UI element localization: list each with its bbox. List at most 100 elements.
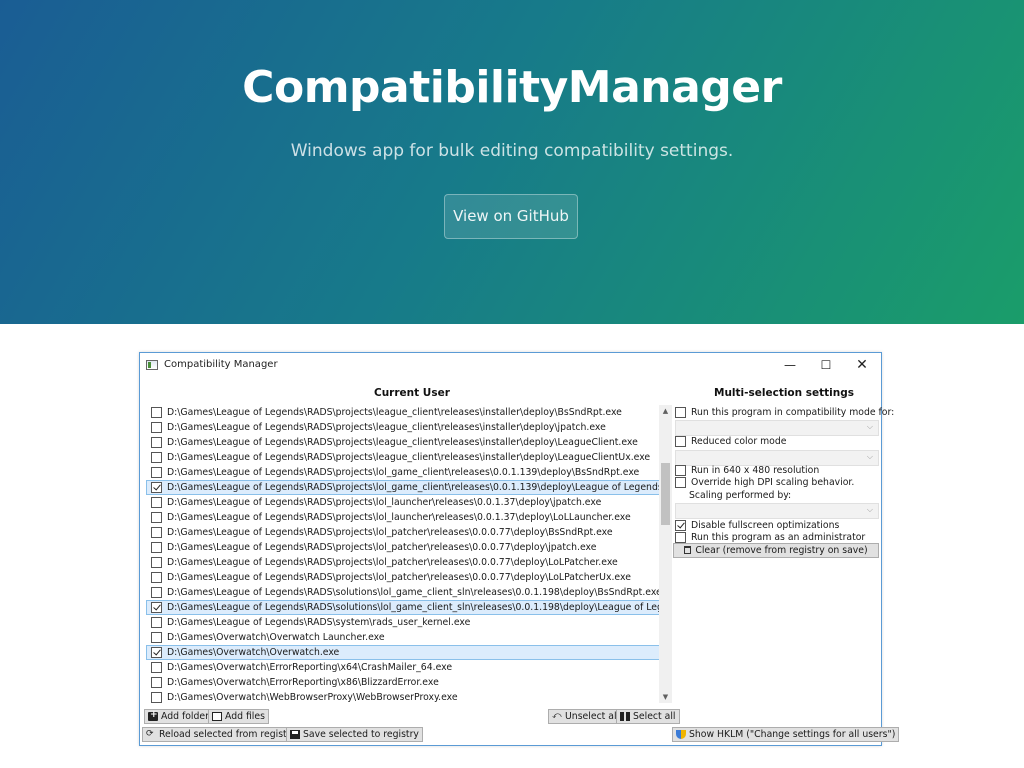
file-checkbox[interactable] [151,602,162,613]
trash-icon [684,546,692,554]
file-path: D:\Games\League of Legends\RADS\projects… [167,422,606,433]
file-path: D:\Games\League of Legends\RADS\system\r… [167,617,471,628]
scroll-down-arrow-icon[interactable]: ▼ [659,691,672,703]
save-icon [290,730,300,739]
compat-mode-dropdown[interactable]: ⌵ [675,420,879,436]
file-path: D:\Games\Overwatch\WebBrowserProxy\WebBr… [167,692,458,703]
view-on-github-button[interactable]: View on GitHub [444,194,578,239]
hero-subtitle: Windows app for bulk editing compatibili… [290,141,734,161]
clear-button-label: Clear (remove from registry on save) [695,545,868,556]
chevron-down-icon: ⌵ [866,505,873,514]
file-row[interactable]: D:\Games\Overwatch\Overwatch.exe [146,645,660,660]
color-mode-dropdown[interactable]: ⌵ [675,450,879,466]
file-checkbox[interactable] [151,647,162,658]
file-checkbox[interactable] [151,617,162,628]
file-row[interactable]: D:\Games\League of Legends\RADS\projects… [146,450,660,465]
file-checkbox[interactable] [151,407,162,418]
file-checkbox[interactable] [151,692,162,703]
file-path: D:\Games\Overwatch\Overwatch Launcher.ex… [167,632,385,643]
reduced-color-checkbox[interactable] [675,436,686,447]
fullscreen-opt-label: Disable fullscreen optimizations [691,520,840,531]
file-row[interactable]: D:\Games\League of Legends\RADS\projects… [146,480,672,495]
file-checkbox[interactable] [151,422,162,433]
close-button[interactable]: ✕ [843,353,881,377]
file-row[interactable]: D:\Games\League of Legends\RADS\projects… [146,495,660,510]
file-row[interactable]: D:\Games\League of Legends\RADS\projects… [146,525,660,540]
file-list[interactable]: D:\Games\League of Legends\RADS\projects… [144,403,672,707]
file-checkbox[interactable] [151,527,162,538]
file-checkbox[interactable] [151,452,162,463]
file-checkbox[interactable] [151,497,162,508]
multi-selection-settings-panel: Run this program in compatibility mode f… [673,403,894,723]
show-hklm-button[interactable]: Show HKLM ("Change settings for all user… [672,727,900,742]
file-row[interactable]: D:\Games\League of Legends\RADS\projects… [146,510,660,525]
file-plus-icon [212,712,222,721]
file-path: D:\Games\Overwatch\ErrorReporting\x64\Cr… [167,662,453,673]
file-path: D:\Games\League of Legends\RADS\projects… [167,467,640,478]
unselect-all-button[interactable]: ⤺ Unselect all [548,709,624,724]
file-row[interactable]: D:\Games\League of Legends\RADS\projects… [146,405,660,420]
file-row[interactable]: D:\Games\League of Legends\RADS\system\r… [146,615,660,630]
hero-title: CompatibilityManager [242,62,782,113]
file-path: D:\Games\League of Legends\RADS\solution… [167,602,672,613]
file-row[interactable]: D:\Games\League of Legends\RADS\projects… [146,420,660,435]
file-row[interactable]: D:\Games\League of Legends\RADS\projects… [146,540,660,555]
file-path: D:\Games\League of Legends\RADS\projects… [167,497,602,508]
scroll-up-arrow-icon[interactable]: ▲ [659,405,672,417]
file-path: D:\Games\League of Legends\RADS\projects… [167,572,631,583]
file-row[interactable]: D:\Games\League of Legends\RADS\projects… [146,435,660,450]
window-title: Compatibility Manager [164,359,278,370]
file-checkbox[interactable] [151,467,162,478]
file-checkbox[interactable] [151,572,162,583]
select-all-button[interactable]: Select all [616,709,680,724]
file-checkbox[interactable] [151,512,162,523]
scroll-thumb[interactable] [661,463,670,525]
file-checkbox[interactable] [151,557,162,568]
chevron-down-icon: ⌵ [866,452,873,461]
file-list-scrollbar[interactable]: ▲ ▼ [659,405,672,703]
file-row[interactable]: D:\Games\League of Legends\RADS\projects… [146,555,660,570]
hero-banner: CompatibilityManager Windows app for bul… [0,0,1024,324]
save-label: Save selected to registry [303,729,419,740]
scaling-performed-label: Scaling performed by: [689,490,792,501]
compat-mode-checkbox[interactable] [675,407,686,418]
scaling-dropdown[interactable]: ⌵ [675,503,879,519]
add-files-button[interactable]: Add files [208,709,269,724]
minimize-button[interactable]: — [771,353,809,377]
res-640-checkbox[interactable] [675,465,686,476]
add-folder-button[interactable]: Add folder [144,709,213,724]
show-hklm-label: Show HKLM ("Change settings for all user… [689,729,896,740]
file-row[interactable]: D:\Games\League of Legends\RADS\projects… [146,570,660,585]
file-row[interactable]: D:\Games\League of Legends\RADS\solution… [146,585,662,600]
dpi-override-checkbox[interactable] [675,477,686,488]
file-row[interactable]: D:\Games\Overwatch\Overwatch Launcher.ex… [146,630,660,645]
file-path: D:\Games\League of Legends\RADS\projects… [167,527,613,538]
file-checkbox[interactable] [151,437,162,448]
file-checkbox[interactable] [151,677,162,688]
run-admin-checkbox[interactable] [675,532,686,543]
save-button[interactable]: Save selected to registry [286,727,423,742]
file-path: D:\Games\League of Legends\RADS\solution… [167,587,662,598]
title-bar[interactable]: Compatibility Manager — ☐ ✕ [140,353,881,377]
select-all-label: Select all [633,711,676,722]
file-checkbox[interactable] [151,632,162,643]
file-checkbox[interactable] [151,542,162,553]
file-checkbox[interactable] [151,662,162,673]
file-row[interactable]: D:\Games\League of Legends\RADS\projects… [146,465,660,480]
fullscreen-opt-checkbox[interactable] [675,520,686,531]
current-user-heading: Current User [374,387,450,399]
maximize-button[interactable]: ☐ [807,353,845,377]
file-row[interactable]: D:\Games\Overwatch\ErrorReporting\x86\Bl… [146,675,660,690]
file-checkbox[interactable] [151,482,162,493]
file-path: D:\Games\League of Legends\RADS\projects… [167,542,597,553]
clear-button[interactable]: Clear (remove from registry on save) [673,543,879,558]
res-640-label: Run in 640 x 480 resolution [691,465,820,476]
file-row[interactable]: D:\Games\Overwatch\ErrorReporting\x64\Cr… [146,660,660,675]
file-path: D:\Games\League of Legends\RADS\projects… [167,452,651,463]
file-path: D:\Games\League of Legends\RADS\projects… [167,482,672,493]
file-row[interactable]: D:\Games\Overwatch\WebBrowserProxy\WebBr… [146,690,660,705]
file-path: D:\Games\League of Legends\RADS\projects… [167,437,638,448]
file-row[interactable]: D:\Games\League of Legends\RADS\solution… [146,600,672,615]
file-checkbox[interactable] [151,587,162,598]
reload-button[interactable]: ⟳ Reload selected from registry [142,727,301,742]
